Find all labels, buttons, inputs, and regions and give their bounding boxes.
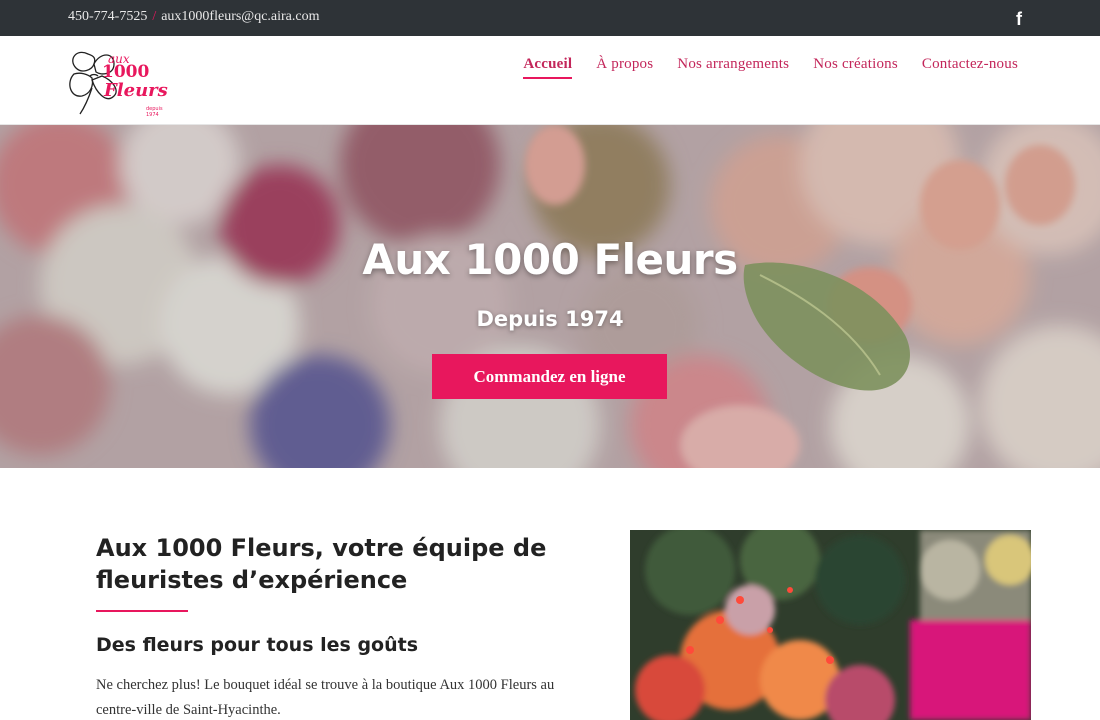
shop-photo (630, 530, 1031, 720)
nav-item-contactez-nous[interactable]: Contactez-nous (922, 56, 1018, 79)
section-divider (96, 610, 188, 612)
section-title: Aux 1000 Fleurs, votre équipe de fleuris… (96, 534, 547, 594)
contact-info: 450-774-7525 / aux1000fleurs@qc.aira.com (68, 9, 320, 25)
hero-title: Aux 1000 Fleurs (362, 235, 738, 284)
hero-flowers-image (0, 125, 1100, 468)
logo-tagline: depuis 1974 (146, 106, 163, 118)
nav-item-accueil[interactable]: Accueil (523, 56, 573, 79)
hero-subtitle: Depuis 1974 (476, 307, 624, 331)
order-online-button[interactable]: Commandez en ligne (432, 354, 667, 399)
nav-item-nos-arrangements[interactable]: Nos arrangements (677, 56, 789, 79)
contact-separator: / (152, 9, 157, 24)
section-subtitle: Des fleurs pour tous les goûts (96, 634, 419, 656)
facebook-icon[interactable]: f (1013, 10, 1025, 28)
main-nav: Accueil À propos Nos arrangements Nos cr… (523, 56, 1018, 79)
nav-item-nos-creations[interactable]: Nos créations (813, 56, 898, 79)
nav-item-a-propos[interactable]: À propos (596, 56, 653, 79)
site-header: aux 1000 Fleurs depuis 1974 Accueil À pr… (0, 36, 1100, 125)
section-body: Ne cherchez plus! Le bouquet idéal se tr… (96, 677, 555, 718)
logo-text-line2: 1000 (102, 62, 150, 82)
phone-number[interactable]: 450-774-7525 (68, 9, 147, 24)
email-address[interactable]: aux1000fleurs@qc.aira.com (161, 9, 319, 24)
flower-shop-image (630, 530, 1031, 720)
logo-text-line3: Fleurs (104, 80, 168, 101)
site-logo[interactable]: aux 1000 Fleurs depuis 1974 (66, 46, 176, 118)
top-bar: 450-774-7525 / aux1000fleurs@qc.aira.com f (0, 0, 1100, 36)
hero-banner: Aux 1000 Fleurs Depuis 1974 Commandez en… (0, 125, 1100, 468)
